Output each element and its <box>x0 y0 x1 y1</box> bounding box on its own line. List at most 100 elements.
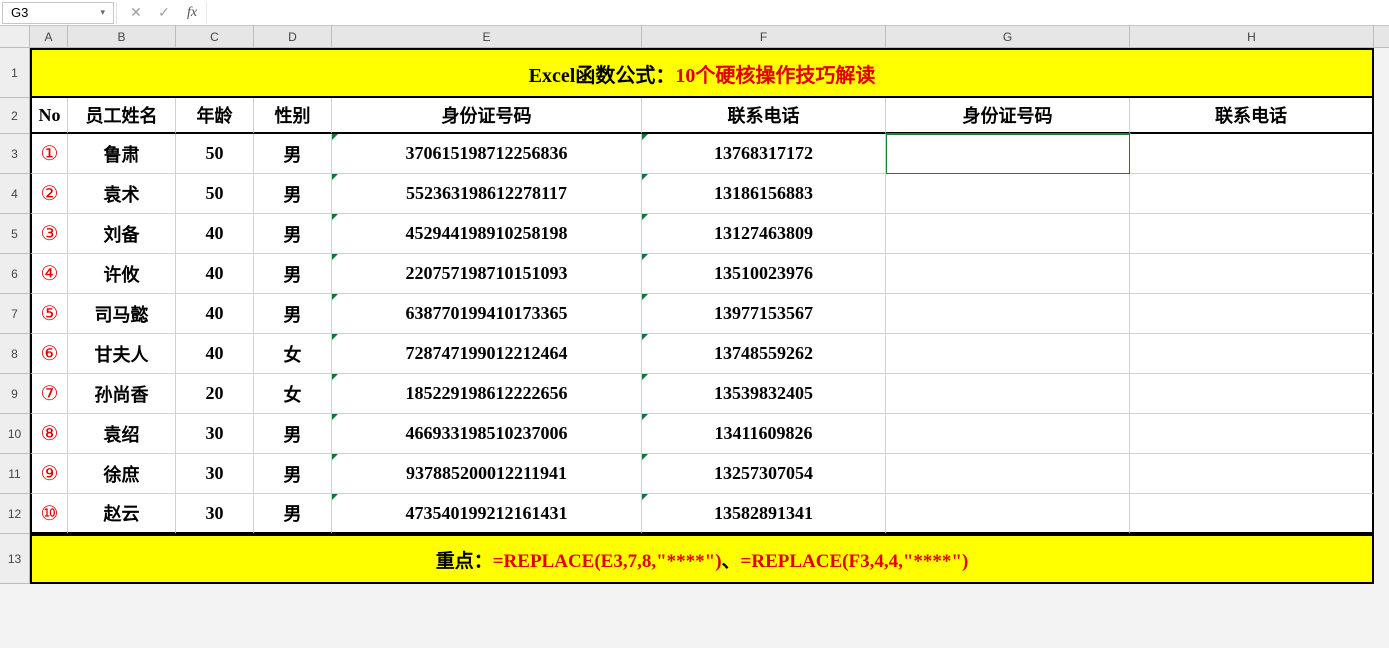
cell-gender[interactable]: 女 <box>254 374 332 414</box>
cell-name[interactable]: 甘夫人 <box>68 334 176 374</box>
row-header-7[interactable]: 7 <box>0 294 30 334</box>
cell-name[interactable]: 徐庶 <box>68 454 176 494</box>
cell-id2[interactable] <box>886 334 1130 374</box>
cancel-button[interactable]: ✕ <box>122 2 150 24</box>
cell-no[interactable]: ⑧ <box>30 414 68 454</box>
name-box-dropdown-icon[interactable]: ▾ <box>100 7 105 18</box>
cell-id2[interactable] <box>886 494 1130 534</box>
cell-phone2[interactable] <box>1130 334 1374 374</box>
cell-gender[interactable]: 男 <box>254 134 332 174</box>
cell-phone2[interactable] <box>1130 374 1374 414</box>
cell-phone[interactable]: 13127463809 <box>642 214 886 254</box>
cell-name[interactable]: 赵云 <box>68 494 176 534</box>
cell-name[interactable]: 司马懿 <box>68 294 176 334</box>
header-gender[interactable]: 性别 <box>254 98 332 134</box>
cell-name[interactable]: 袁术 <box>68 174 176 214</box>
cell-id2[interactable] <box>886 374 1130 414</box>
cell-age[interactable]: 40 <box>176 294 254 334</box>
cell-no[interactable]: ③ <box>30 214 68 254</box>
cell-age[interactable]: 30 <box>176 414 254 454</box>
cell-name[interactable]: 许攸 <box>68 254 176 294</box>
header-id2[interactable]: 身份证号码 <box>886 98 1130 134</box>
row-header-10[interactable]: 10 <box>0 414 30 454</box>
confirm-button[interactable]: ✓ <box>150 2 178 24</box>
cell-phone[interactable]: 13539832405 <box>642 374 886 414</box>
cell-phone[interactable]: 13582891341 <box>642 494 886 534</box>
row-header-11[interactable]: 11 <box>0 454 30 494</box>
cell-age[interactable]: 50 <box>176 174 254 214</box>
cell-phone2[interactable] <box>1130 174 1374 214</box>
cell-id[interactable]: 466933198510237006 <box>332 414 642 454</box>
cell-id[interactable]: 473540199212161431 <box>332 494 642 534</box>
row-header-9[interactable]: 9 <box>0 374 30 414</box>
cell-age[interactable]: 40 <box>176 254 254 294</box>
cell-name[interactable]: 鲁肃 <box>68 134 176 174</box>
cell-id[interactable]: 552363198612278117 <box>332 174 642 214</box>
select-all-corner[interactable] <box>0 26 30 47</box>
col-header-A[interactable]: A <box>30 26 68 47</box>
cell-phone[interactable]: 13510023976 <box>642 254 886 294</box>
row-header-5[interactable]: 5 <box>0 214 30 254</box>
cell-phone[interactable]: 13748559262 <box>642 334 886 374</box>
cell-age[interactable]: 50 <box>176 134 254 174</box>
row-header-1[interactable]: 1 <box>0 48 30 98</box>
footer-cell[interactable]: 重点：=REPLACE(E3,7,8,"****")、=REPLACE(F3,4… <box>30 534 1374 584</box>
cell-gender[interactable]: 男 <box>254 454 332 494</box>
cell-age[interactable]: 30 <box>176 494 254 534</box>
cell-gender[interactable]: 男 <box>254 254 332 294</box>
col-header-B[interactable]: B <box>68 26 176 47</box>
cell-gender[interactable]: 男 <box>254 414 332 454</box>
header-age[interactable]: 年龄 <box>176 98 254 134</box>
cell-id2[interactable] <box>886 254 1130 294</box>
cell-no[interactable]: ① <box>30 134 68 174</box>
cell-id2[interactable] <box>886 174 1130 214</box>
cell-age[interactable]: 40 <box>176 334 254 374</box>
cell-phone[interactable]: 13186156883 <box>642 174 886 214</box>
cell-no[interactable]: ⑤ <box>30 294 68 334</box>
cell-age[interactable]: 40 <box>176 214 254 254</box>
cell-phone[interactable]: 13257307054 <box>642 454 886 494</box>
cell-phone2[interactable] <box>1130 294 1374 334</box>
cell-phone[interactable]: 13768317172 <box>642 134 886 174</box>
cell-no[interactable]: ⑦ <box>30 374 68 414</box>
cell-name[interactable]: 袁绍 <box>68 414 176 454</box>
cell-phone2[interactable] <box>1130 134 1374 174</box>
col-header-D[interactable]: D <box>254 26 332 47</box>
title-cell[interactable]: Excel函数公式：10个硬核操作技巧解读 <box>30 48 1374 98</box>
cell-no[interactable]: ⑥ <box>30 334 68 374</box>
row-header-3[interactable]: 3 <box>0 134 30 174</box>
cell-phone2[interactable] <box>1130 494 1374 534</box>
cell-id[interactable]: 937885200012211941 <box>332 454 642 494</box>
cell-phone[interactable]: 13411609826 <box>642 414 886 454</box>
cell-no[interactable]: ⑩ <box>30 494 68 534</box>
cell-no[interactable]: ② <box>30 174 68 214</box>
header-phone[interactable]: 联系电话 <box>642 98 886 134</box>
cell-gender[interactable]: 男 <box>254 494 332 534</box>
col-header-H[interactable]: H <box>1130 26 1374 47</box>
header-no[interactable]: No <box>30 98 68 134</box>
header-name[interactable]: 员工姓名 <box>68 98 176 134</box>
col-header-G[interactable]: G <box>886 26 1130 47</box>
cell-id[interactable]: 638770199410173365 <box>332 294 642 334</box>
row-header-2[interactable]: 2 <box>0 98 30 134</box>
cell-id[interactable]: 185229198612222656 <box>332 374 642 414</box>
formula-input[interactable] <box>206 2 1389 24</box>
cell-phone2[interactable] <box>1130 254 1374 294</box>
cell-gender[interactable]: 男 <box>254 294 332 334</box>
cell-id2[interactable] <box>886 414 1130 454</box>
cell-gender[interactable]: 男 <box>254 214 332 254</box>
cell-id[interactable]: 452944198910258198 <box>332 214 642 254</box>
cell-id2[interactable] <box>886 294 1130 334</box>
row-header-4[interactable]: 4 <box>0 174 30 214</box>
col-header-C[interactable]: C <box>176 26 254 47</box>
spreadsheet-grid[interactable]: A B C D E F G H 1 2 3 4 5 6 7 8 9 10 11 … <box>0 26 1389 48</box>
cell-gender[interactable]: 女 <box>254 334 332 374</box>
col-header-E[interactable]: E <box>332 26 642 47</box>
cell-phone[interactable]: 13977153567 <box>642 294 886 334</box>
cell-id2[interactable] <box>886 134 1130 174</box>
cell-phone2[interactable] <box>1130 214 1374 254</box>
col-header-F[interactable]: F <box>642 26 886 47</box>
cell-id[interactable]: 728747199012212464 <box>332 334 642 374</box>
cell-name[interactable]: 孙尚香 <box>68 374 176 414</box>
header-phone2[interactable]: 联系电话 <box>1130 98 1374 134</box>
